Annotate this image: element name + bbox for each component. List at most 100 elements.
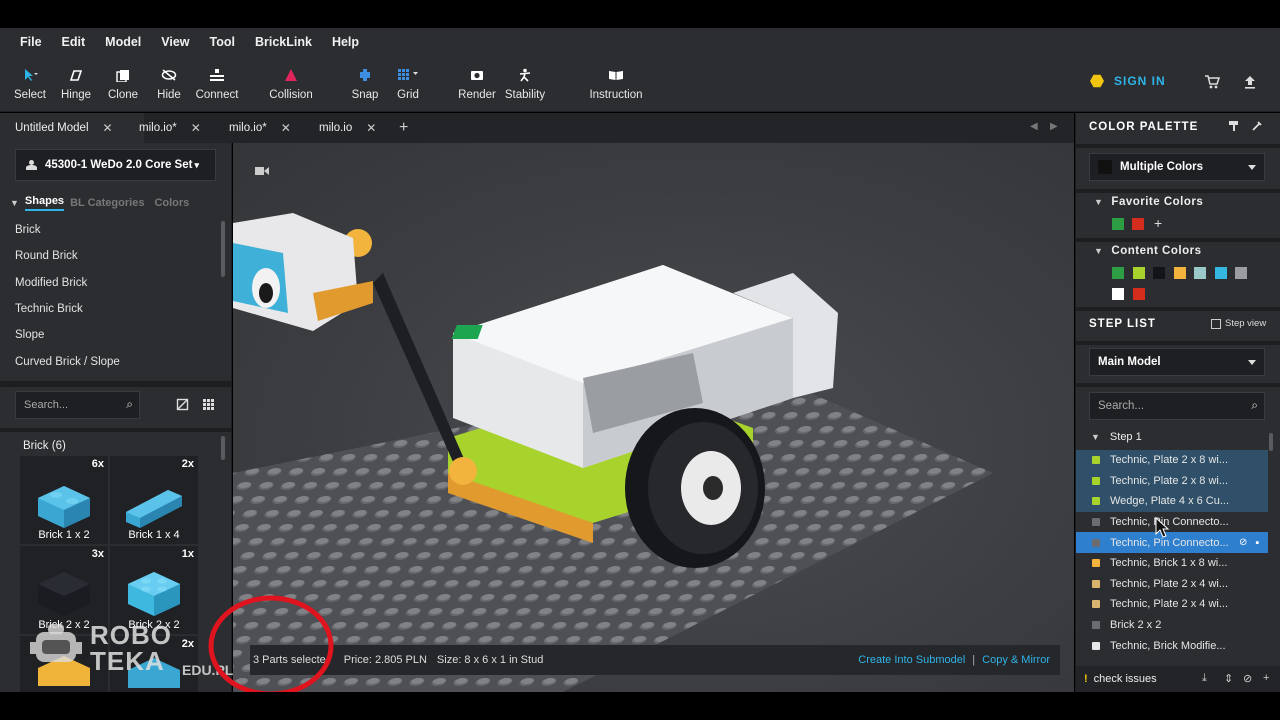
content-color-swatch[interactable] [1112,288,1124,300]
trash-icon[interactable]: ▪ [1255,537,1259,549]
connect-label: Connect [195,89,239,101]
search-icon[interactable]: ⌕ [1251,398,1258,413]
create-submodel-link[interactable]: Create Into Submodel [858,654,965,666]
part-card-brick-1x4[interactable]: 2x Brick 1 x 4 [110,456,198,544]
erase-filter-icon[interactable] [176,398,189,414]
shape-item-technic-brick[interactable]: Technic Brick [0,296,222,322]
hide-icon[interactable]: ⊘ [1239,537,1247,548]
stability-tool[interactable]: Stability [495,64,555,101]
step-view-checkbox[interactable] [1211,318,1221,329]
step-search-input[interactable]: Search... ⌕ [1089,392,1265,420]
check-issues-label[interactable]: check issues [1094,673,1157,685]
sort-icon[interactable]: ⇕ [1224,672,1233,685]
content-color-swatch[interactable] [1173,267,1186,279]
content-color-swatch[interactable] [1153,267,1165,279]
favorite-color-swatch[interactable] [1132,218,1144,230]
separator: | [972,654,976,666]
add-color-icon[interactable]: + [1154,215,1162,231]
content-colors-header[interactable]: ▼ Content Colors [1094,245,1201,257]
part-card-brick-1x2[interactable]: 6x Brick 1 x 2 [20,456,108,544]
parts-grid-scrollbar[interactable] [221,436,225,460]
step-list-item[interactable]: Technic, Brick 1 x 8 wi... [1076,553,1268,574]
part-name: Brick 1 x 2 [38,529,90,541]
tab-shapes[interactable]: Shapes [24,195,65,211]
close-icon[interactable]: ✕ [191,121,201,135]
favorite-color-swatch[interactable] [1112,218,1124,230]
part-count: 6x [91,458,104,470]
step-list-item[interactable]: Technic, Plate 2 x 4 wi... [1076,594,1268,615]
step-list-item[interactable]: Technic, Plate 2 x 4 wi... [1076,574,1268,595]
search-icon[interactable]: ⌕ [126,397,133,412]
paint-roller-icon[interactable] [1228,120,1240,135]
upload-icon[interactable] [1240,74,1260,94]
step-header[interactable]: ▼ Step 1 [1091,431,1142,443]
tab-prev-icon[interactable]: ◀ [1030,121,1038,132]
menu-model[interactable]: Model [101,35,145,49]
menu-view[interactable]: View [157,35,193,49]
tab-milo-3[interactable]: milo.io ✕ [319,113,376,143]
cart-icon[interactable] [1202,74,1222,94]
step-header-label: Step 1 [1109,431,1142,443]
content-color-swatch[interactable] [1112,267,1124,279]
set-selector[interactable]: 45300-1 WeDo 2.0 Core Set ▾ [15,149,216,181]
content-color-swatch[interactable] [1194,267,1206,279]
content-color-swatch[interactable] [1132,288,1145,300]
menu-edit[interactable]: Edit [58,35,90,49]
add-step-icon[interactable]: + [1263,672,1269,684]
snap-label: Snap [351,89,379,101]
add-tab-icon[interactable]: + [399,119,408,137]
tab-milo-2[interactable]: milo.io* ✕ [229,113,291,143]
copy-mirror-link[interactable]: Copy & Mirror [982,654,1050,666]
part-color-icon [1092,621,1100,630]
collapse-icon[interactable]: ⤓ [1202,672,1207,685]
sign-in-button[interactable]: SIGN IN [1090,74,1166,88]
step-list-item[interactable]: Technic, Pin Connecto... [1076,512,1268,533]
tab-bl-categories[interactable]: BL Categories [70,197,144,209]
collision-tool[interactable]: Collision [261,64,321,101]
shape-list-scrollbar[interactable] [221,221,225,277]
shape-item-modified-brick[interactable]: Modified Brick [0,270,222,296]
tab-label: milo.io [319,122,353,134]
hide-icon[interactable]: ⊘ [1243,672,1252,685]
menu-bricklink[interactable]: BrickLink [251,35,316,49]
instruction-tool[interactable]: Instruction [586,64,646,101]
step-view-toggle[interactable]: Step view [1211,318,1266,329]
chevron-down-icon: ▼ [1094,197,1104,207]
menu-help[interactable]: Help [328,35,363,49]
tab-colors[interactable]: Colors [154,197,189,209]
grid-view-icon[interactable] [202,398,215,414]
color-mode-select[interactable]: Multiple Colors [1089,153,1265,181]
eyedropper-icon[interactable] [1251,120,1263,135]
connect-tool[interactable]: Connect [187,64,247,101]
parts-search-input[interactable]: Search... ⌕ [15,391,140,419]
step-list-item[interactable]: Brick 2 x 2 [1076,615,1268,636]
shape-item-curved-brick[interactable]: Curved Brick / Slope [0,348,222,374]
step-list-scrollbar[interactable] [1269,433,1273,451]
shape-item-slope[interactable]: Slope [0,322,222,348]
close-icon[interactable]: ✕ [281,121,291,135]
menu-file[interactable]: File [16,35,46,49]
content-color-swatch[interactable] [1235,267,1247,279]
close-icon[interactable]: ✕ [366,121,376,135]
model-select[interactable]: Main Model [1089,348,1265,376]
tab-next-icon[interactable]: ▶ [1050,121,1058,132]
favorite-colors-label: Favorite Colors [1111,196,1204,208]
content-color-swatch[interactable] [1132,267,1145,279]
tab-untitled-model[interactable]: Untitled Model ✕ [0,113,144,143]
step-list-item[interactable]: Wedge, Plate 4 x 6 Cu... [1076,491,1268,512]
tab-milo-1[interactable]: milo.io* ✕ [139,113,201,143]
shape-item-brick[interactable]: Brick [0,217,222,243]
step-list-item[interactable]: Technic, Plate 2 x 8 wi... [1076,470,1268,492]
menu-tool[interactable]: Tool [206,35,239,49]
divider[interactable] [0,381,231,387]
close-icon[interactable]: ✕ [103,121,113,135]
content-color-swatch[interactable] [1214,267,1227,279]
step-list-item[interactable]: Technic, Plate 2 x 8 wi... [1076,450,1268,471]
divider [1076,144,1280,148]
favorite-colors-header[interactable]: ▼ Favorite Colors [1094,196,1203,208]
shape-item-round-brick[interactable]: Round Brick [0,243,222,269]
step-list-item[interactable]: Technic, Pin Connecto... ⊘ ▪ [1076,532,1268,553]
step-list-item[interactable]: Technic, Brick Modifie... [1076,635,1268,656]
3d-viewport[interactable]: 3 Parts selecte Price: 2.805 PLN Size: 8… [233,143,1074,692]
grid-tool[interactable]: Grid [378,64,438,101]
